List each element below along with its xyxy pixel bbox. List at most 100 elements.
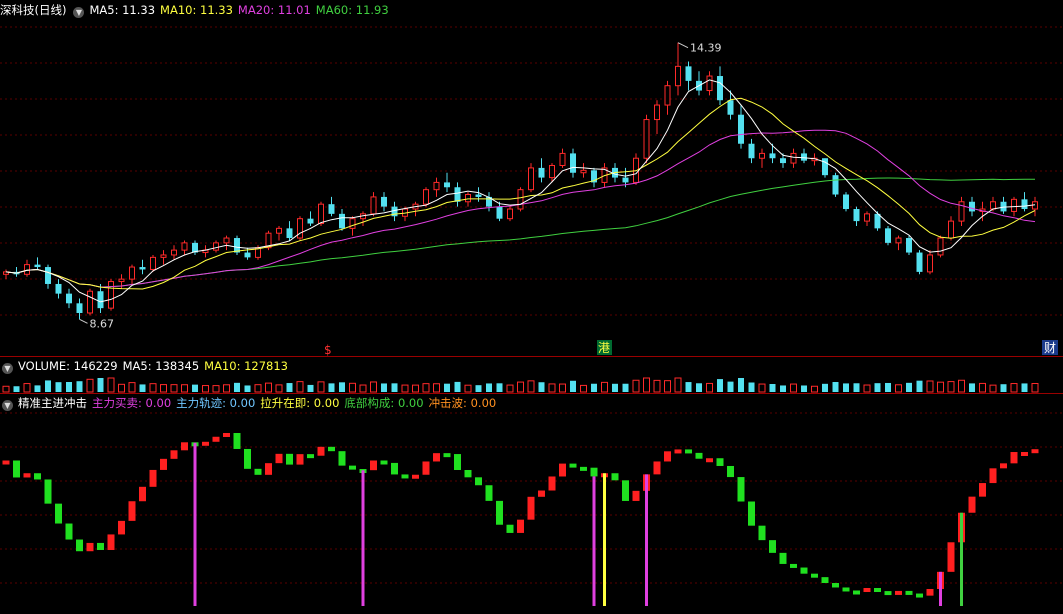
volume-bar [454, 381, 461, 392]
volume-bar [874, 383, 881, 392]
candle-body [454, 187, 461, 202]
fin-marker: 财 [1044, 341, 1056, 355]
candle-body [97, 291, 104, 309]
candle-body [34, 264, 41, 268]
candle-body [496, 206, 503, 219]
volume-bar [769, 384, 776, 392]
indicator-bar [170, 450, 178, 459]
indicator-bar [338, 451, 346, 466]
candle-body [171, 249, 177, 256]
volume-bar [696, 383, 702, 392]
candle-body [423, 189, 429, 205]
volume-bar [895, 384, 902, 393]
indicator-bar [506, 524, 514, 533]
volume-bar [359, 384, 367, 393]
indicator-bar [401, 474, 409, 479]
indicator-bar [821, 577, 829, 584]
volume-bar [422, 383, 430, 393]
volume-bar [286, 383, 293, 392]
volume-bar [559, 383, 566, 393]
indicator-bar [307, 454, 314, 459]
indicator-bar [758, 525, 766, 541]
volume-bar [296, 381, 304, 393]
indicator-bar [443, 453, 451, 458]
volume-bar [916, 380, 923, 392]
volume-chart[interactable] [0, 357, 1063, 394]
volume-bar [149, 383, 157, 393]
candle-body [24, 264, 30, 275]
dollar-marker: $ [324, 343, 332, 357]
indicator-bar [548, 476, 556, 491]
candle-body [160, 254, 167, 258]
indicator-bar [380, 460, 388, 465]
candle-body [213, 242, 219, 251]
volume-bar [580, 384, 587, 393]
candle-body [990, 201, 996, 210]
volume-bar [979, 382, 986, 393]
candle-body [475, 194, 482, 197]
volume-bar [412, 384, 419, 393]
volume-bar [801, 385, 807, 392]
indicator-bar [769, 540, 776, 553]
volume-bar [486, 383, 492, 392]
volume-bar [464, 384, 472, 393]
indicator-panel[interactable]: ▼ 精准主进冲击 主力买卖: 0.00 主力轨迹: 0.00 拉升在即: 0.00 底部构… [0, 394, 1063, 614]
indicator-bar [674, 449, 682, 454]
volume-bar [13, 386, 20, 392]
indicator-bar [695, 452, 703, 459]
candle-body [864, 213, 870, 222]
volume-bar [517, 381, 524, 393]
indicator-bar [790, 563, 797, 568]
candlestick-chart[interactable]: 14.39 8.67 $ 港 财 [0, 0, 1063, 357]
indicator-bar [916, 593, 923, 598]
candle-body [832, 175, 839, 195]
indicator-bar [422, 461, 430, 475]
volume-bar [1031, 383, 1039, 393]
volume-bar [212, 385, 220, 393]
indicator-bar [265, 463, 272, 475]
candle-body [223, 237, 230, 244]
volume-bar [370, 381, 377, 393]
indicator-chart[interactable] [0, 394, 1063, 614]
volume-bar [254, 384, 262, 393]
volume-bar [97, 378, 104, 392]
indicator-bar [86, 542, 94, 552]
volume-bar [822, 383, 828, 392]
candle-body [108, 281, 114, 309]
volume-bar [45, 380, 51, 392]
price-panel[interactable]: 深科技(日线) ▼ MA5: 11.33 MA10: 11.33 MA20: 11.01… [0, 0, 1063, 357]
candle-body [927, 254, 933, 273]
indicator-bar [160, 458, 167, 470]
indicator-bar [2, 460, 10, 465]
indicator-bar [517, 519, 524, 533]
volume-bar [170, 384, 178, 393]
indicator-bar [737, 477, 745, 502]
candle-body [948, 220, 954, 239]
volume-bar [811, 385, 818, 393]
volume-bar [906, 382, 912, 392]
volume-panel[interactable]: ▼ VOLUME: 146229 MA5: 138345 MA10: 127813 [0, 357, 1063, 394]
volume-bar [506, 384, 514, 393]
indicator-bar [118, 520, 125, 535]
indicator-bar [664, 451, 671, 462]
volume-bar [23, 383, 31, 393]
indicator-bar [748, 501, 755, 526]
indicator-bar [989, 468, 997, 484]
indicator-bar [485, 485, 493, 501]
candle-body [1021, 199, 1028, 210]
volume-bar [234, 382, 240, 392]
candle-body [328, 204, 335, 214]
indicator-bar [286, 453, 293, 465]
candle-body [801, 153, 807, 161]
candle-body [339, 213, 345, 229]
volume-bar [832, 382, 839, 392]
volume-bar [86, 378, 94, 393]
candle-body [444, 182, 450, 188]
indicator-bar [233, 433, 241, 449]
volume-bar [758, 383, 766, 393]
candle-body [297, 218, 303, 239]
volume-bar [843, 383, 849, 392]
volume-bar [328, 383, 335, 392]
candle-body [759, 152, 765, 159]
candle-body [55, 283, 62, 294]
